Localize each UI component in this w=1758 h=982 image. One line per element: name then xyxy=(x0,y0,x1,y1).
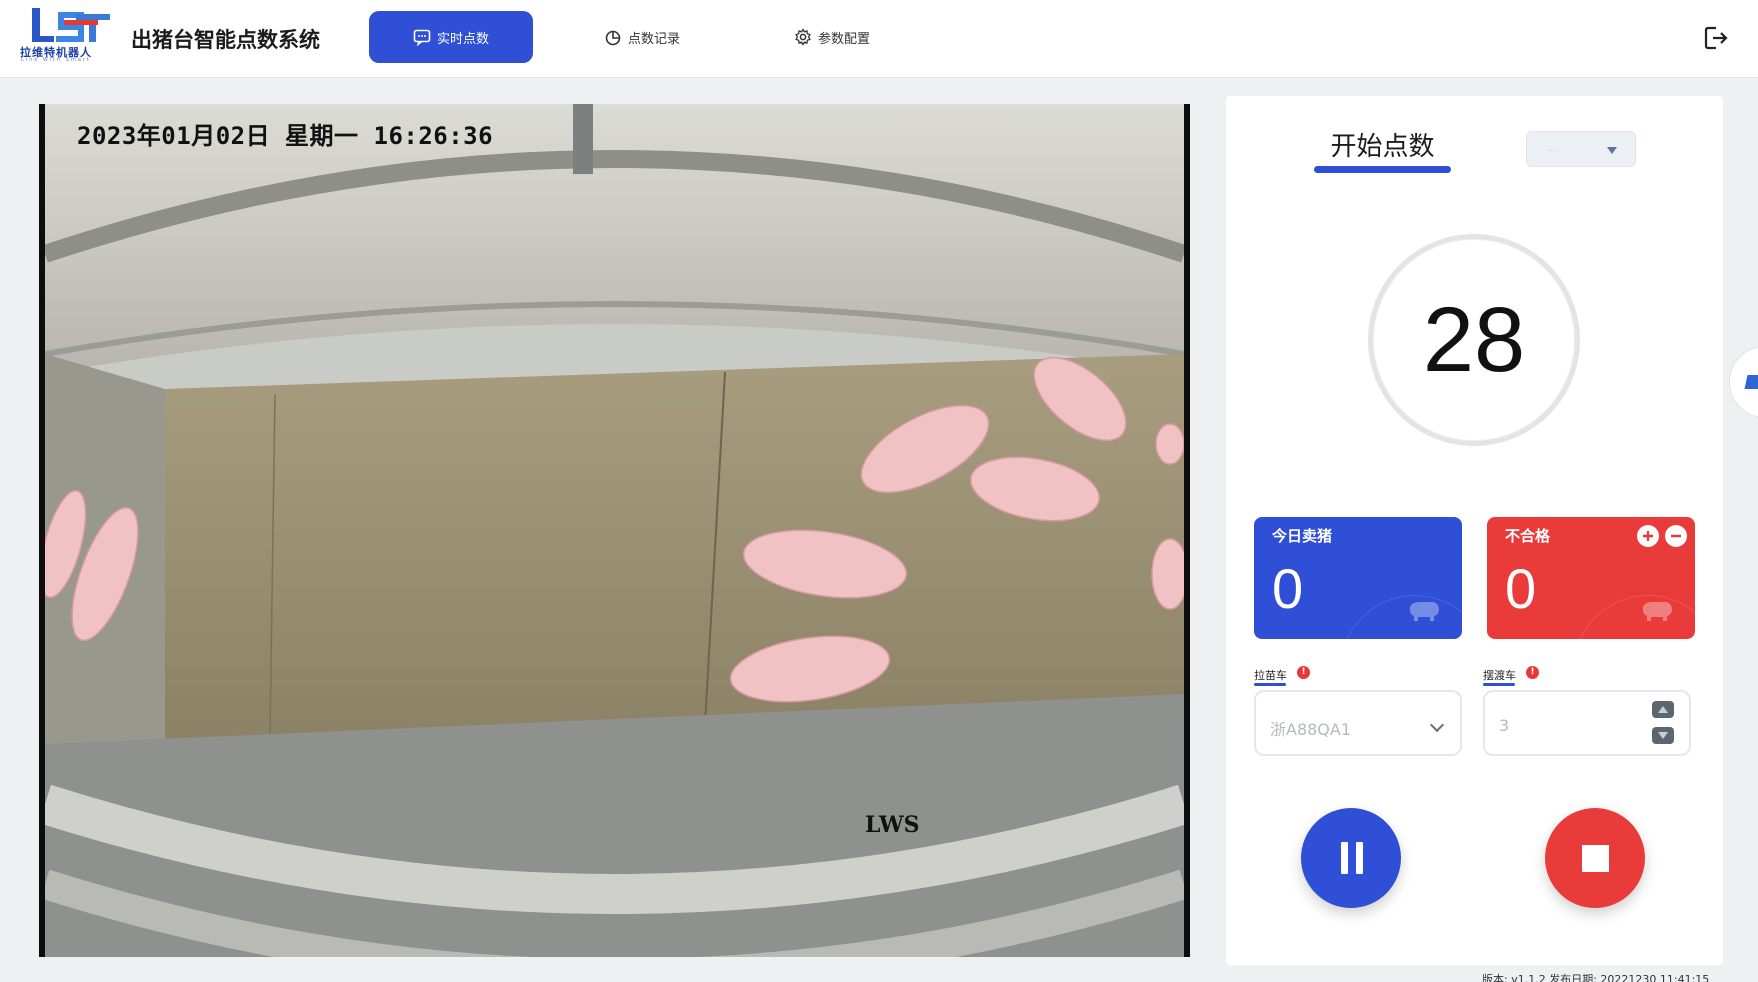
today-sold-label: 今日卖猪 xyxy=(1272,527,1333,545)
floating-side-tab[interactable] xyxy=(1729,346,1758,418)
pull-truck-label-text: 拉苗车 xyxy=(1254,669,1287,682)
tab-count-records[interactable]: 点数记录 xyxy=(590,11,694,63)
info-icon[interactable]: ! xyxy=(1297,666,1310,679)
arrow-down-icon xyxy=(1658,732,1668,739)
count-control-panel: 开始点数 ... 28 今日卖猪 0 不合格 0 拉苗车 ! 浙A88QA1 摆… xyxy=(1226,96,1723,965)
tab-start-count[interactable]: 开始点数 xyxy=(1314,126,1451,163)
tab-realtime-count-label: 实时点数 xyxy=(436,31,489,47)
plus-icon xyxy=(1643,531,1653,541)
tab-count-records-label: 点数记录 xyxy=(627,31,680,47)
version-info: 版本: v1.1.2 发布日期: 20221230 11:41:15 xyxy=(1482,973,1710,982)
ferry-truck-label: 摆渡车 xyxy=(1483,667,1516,686)
tab-parameter-config[interactable]: 参数配置 xyxy=(780,11,884,63)
caret-down-icon xyxy=(1607,147,1617,154)
tab-realtime-count[interactable]: 实时点数 xyxy=(369,11,533,63)
increment-button[interactable] xyxy=(1637,525,1659,547)
arrow-up-icon xyxy=(1658,706,1668,713)
ferry-truck-label-text: 摆渡车 xyxy=(1483,669,1516,682)
app-title: 出猪台智能点数系统 xyxy=(131,28,320,52)
ferry-truck-stepper[interactable]: 3 xyxy=(1483,690,1691,756)
pull-truck-value: 浙A88QA1 xyxy=(1270,720,1352,739)
pig-icon xyxy=(1409,602,1439,621)
decrement-button[interactable] xyxy=(1665,525,1687,547)
current-count-value: 28 xyxy=(1422,288,1526,391)
camera-scene-image xyxy=(45,104,1184,957)
pause-icon xyxy=(1341,842,1363,874)
pig-icon xyxy=(1642,602,1672,621)
unqualified-label: 不合格 xyxy=(1505,527,1551,545)
card-decoration xyxy=(1573,595,1695,639)
unqualified-value: 0 xyxy=(1505,557,1537,620)
history-record-icon xyxy=(605,30,621,46)
info-icon[interactable]: ! xyxy=(1526,666,1539,679)
step-down-button[interactable] xyxy=(1652,727,1674,744)
ferry-truck-placeholder: 3 xyxy=(1499,716,1510,735)
logo-subtitle: Link With Smart xyxy=(21,57,91,63)
tab-parameter-config-label: 参数配置 xyxy=(817,31,870,47)
card-decoration xyxy=(1340,595,1462,639)
active-tab-indicator xyxy=(1314,166,1451,173)
mode-select[interactable]: ... xyxy=(1526,131,1636,167)
step-up-button[interactable] xyxy=(1652,701,1674,718)
side-tab-icon xyxy=(1744,375,1758,389)
pull-truck-label: 拉苗车 xyxy=(1254,667,1287,686)
video-watermark: LWS xyxy=(865,812,920,838)
settings-gear-icon xyxy=(795,28,811,46)
stop-button[interactable] xyxy=(1545,808,1645,908)
label-underline xyxy=(1483,683,1515,686)
minus-icon xyxy=(1671,534,1681,538)
video-timestamp: 2023年01月02日 星期一 16:26:36 xyxy=(77,122,494,150)
today-sold-value: 0 xyxy=(1272,557,1304,620)
top-header: 拉维特机器人 Link With Smart 出猪台智能点数系统 实时点数 点数… xyxy=(0,0,1758,78)
logout-icon[interactable] xyxy=(1702,24,1730,52)
mode-select-value: ... xyxy=(1547,143,1557,154)
realtime-count-icon xyxy=(413,29,431,46)
pull-truck-select[interactable]: 浙A88QA1 xyxy=(1254,690,1462,756)
count-display: 28 xyxy=(1368,234,1580,446)
today-sold-card: 今日卖猪 0 xyxy=(1254,517,1462,639)
camera-feed: 2023年01月02日 星期一 16:26:36 LWS xyxy=(39,104,1190,957)
stop-icon xyxy=(1582,845,1609,872)
pause-button[interactable] xyxy=(1301,808,1401,908)
unqualified-card: 不合格 0 xyxy=(1487,517,1695,639)
chevron-down-icon xyxy=(1429,717,1445,733)
label-underline xyxy=(1254,683,1286,686)
